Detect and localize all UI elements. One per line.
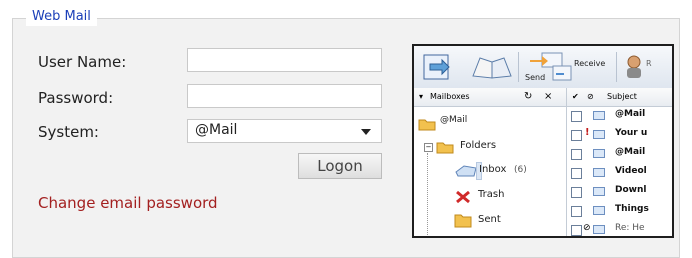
row-checkbox [571,225,582,236]
subject-column-label: Subject [607,92,637,101]
message-subject: @Mail [615,109,646,119]
send-label: Send [525,73,546,82]
folder-open-icon [418,119,436,131]
username-label: User Name: [38,53,127,71]
sent-label: Sent [478,214,501,225]
refresh-icon: ↻ [524,91,533,102]
address-book-icon [472,57,512,79]
mailboxes-title: Mailboxes [430,92,470,101]
mail-client-preview-image: Send Receive R ▾ Mailboxes ↻ × @Mail − F… [412,44,674,238]
message-subject: @Mail [615,147,646,157]
row-checkbox [571,149,582,160]
trash-label: Trash [478,189,505,200]
attachment-icon: ⊘ [583,223,591,233]
trash-icon [456,190,470,204]
row-checkbox [571,168,582,179]
message-row: ⊘ Re: He [567,221,672,236]
inbox-icon [455,165,477,177]
inbox-label: Inbox [479,164,507,175]
chevron-down-icon [361,129,371,135]
message-subject: Re: He [615,223,645,233]
row-checkbox [571,187,582,198]
system-select-value: @Mail [195,122,238,138]
username-input[interactable] [187,48,382,72]
password-input[interactable] [187,84,382,108]
mailbox-tree: @Mail − Folders Inbox (6) Trash Sent [414,107,567,236]
account-label: @Mail [440,115,468,125]
folder-icon [454,214,472,228]
message-row: Videol [567,164,672,183]
message-subject: Your u [615,128,648,138]
message-subject: Things [615,204,649,214]
system-label: System: [38,123,99,141]
envelope-icon [593,168,605,177]
expand-toggle-icon: − [424,143,433,152]
mailboxes-header: ▾ Mailboxes ↻ × [414,88,567,107]
message-row: Things [567,202,672,221]
envelope-icon [593,225,605,234]
toolbar-separator [616,52,617,82]
message-list-header: ✔ ⊘ Subject [567,88,672,107]
row-checkbox [571,206,582,217]
message-subject: Videol [615,166,647,176]
logon-button[interactable]: Logon [298,153,382,179]
message-row: Downl [567,183,672,202]
password-label: Password: [38,89,114,107]
envelope-icon [593,111,605,120]
priority-flag-icon: ! [585,127,590,138]
folder-open-icon [436,142,454,154]
close-icon: × [544,91,553,102]
contact-icon [627,55,641,78]
toolbar-separator [518,52,519,82]
preview-toolbar: Send Receive R [414,46,672,89]
system-select[interactable]: @Mail [187,119,382,143]
attachment-column-icon: ⊘ [587,92,594,101]
receive-label: Receive [574,59,606,68]
compose-icon [423,54,450,80]
message-row: ! Your u [567,126,672,145]
receive-icon [552,65,572,81]
envelope-icon [593,206,605,215]
collapse-icon: ▾ [419,92,424,101]
check-column-icon: ✔ [572,92,579,101]
change-password-link[interactable]: Change email password [38,194,218,212]
tree-line [427,153,429,236]
inbox-count: (6) [514,165,527,175]
truncated-toolbar-label: R [646,59,652,68]
envelope-icon [593,130,605,139]
envelope-icon [593,149,605,158]
folders-label: Folders [460,140,497,151]
message-subject: Downl [615,185,647,195]
row-checkbox [571,130,582,141]
envelope-icon [593,187,605,196]
panel-legend: Web Mail [26,8,97,26]
message-row: @Mail [567,107,672,126]
row-checkbox [571,111,582,122]
message-row: @Mail [567,145,672,164]
